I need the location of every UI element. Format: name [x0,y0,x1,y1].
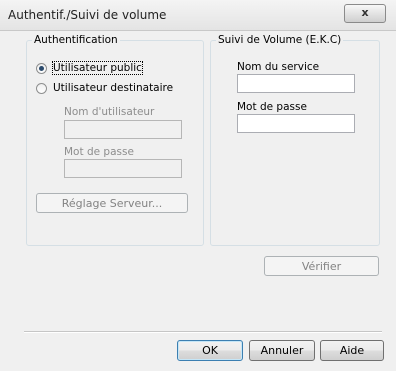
server-settings-button[interactable]: Réglage Serveur... [36,193,188,213]
dest-user-radio[interactable] [36,82,47,94]
auth-group-legend: Authentification [34,34,118,46]
tracking-group-legend: Suivi de Volume (E.K.C) [218,34,342,46]
dialog-body: Authentification Utilisateur public Util… [0,31,396,371]
service-name-label: Nom du service [237,61,320,73]
title-bar: Authentif./Suivi de volume x [0,0,396,31]
username-label: Nom d'utilisateur [64,106,155,118]
footer-separator [24,331,382,333]
close-button[interactable]: x [344,4,386,23]
window-title: Authentif./Suivi de volume [8,8,167,22]
tracking-password-field[interactable] [237,114,355,133]
username-field[interactable] [64,120,182,139]
auth-password-field[interactable] [64,159,182,178]
public-user-label: Utilisateur public [52,61,143,75]
auth-password-label: Mot de passe [64,146,134,158]
public-user-radio[interactable] [36,62,47,74]
tracking-password-label: Mot de passe [237,101,307,113]
cancel-button[interactable]: Annuler [249,340,315,361]
verify-button[interactable]: Vérifier [264,256,379,276]
dest-user-label: Utilisateur destinataire [53,82,174,94]
service-name-field[interactable] [237,74,355,93]
close-icon: x [361,6,369,19]
dest-user-option[interactable]: Utilisateur destinataire [36,82,173,94]
public-user-option[interactable]: Utilisateur public [36,61,143,75]
help-button[interactable]: Aide [320,340,384,361]
dialog-window: Authentif./Suivi de volume x Authentific… [0,0,396,371]
ok-button[interactable]: OK [177,340,243,361]
